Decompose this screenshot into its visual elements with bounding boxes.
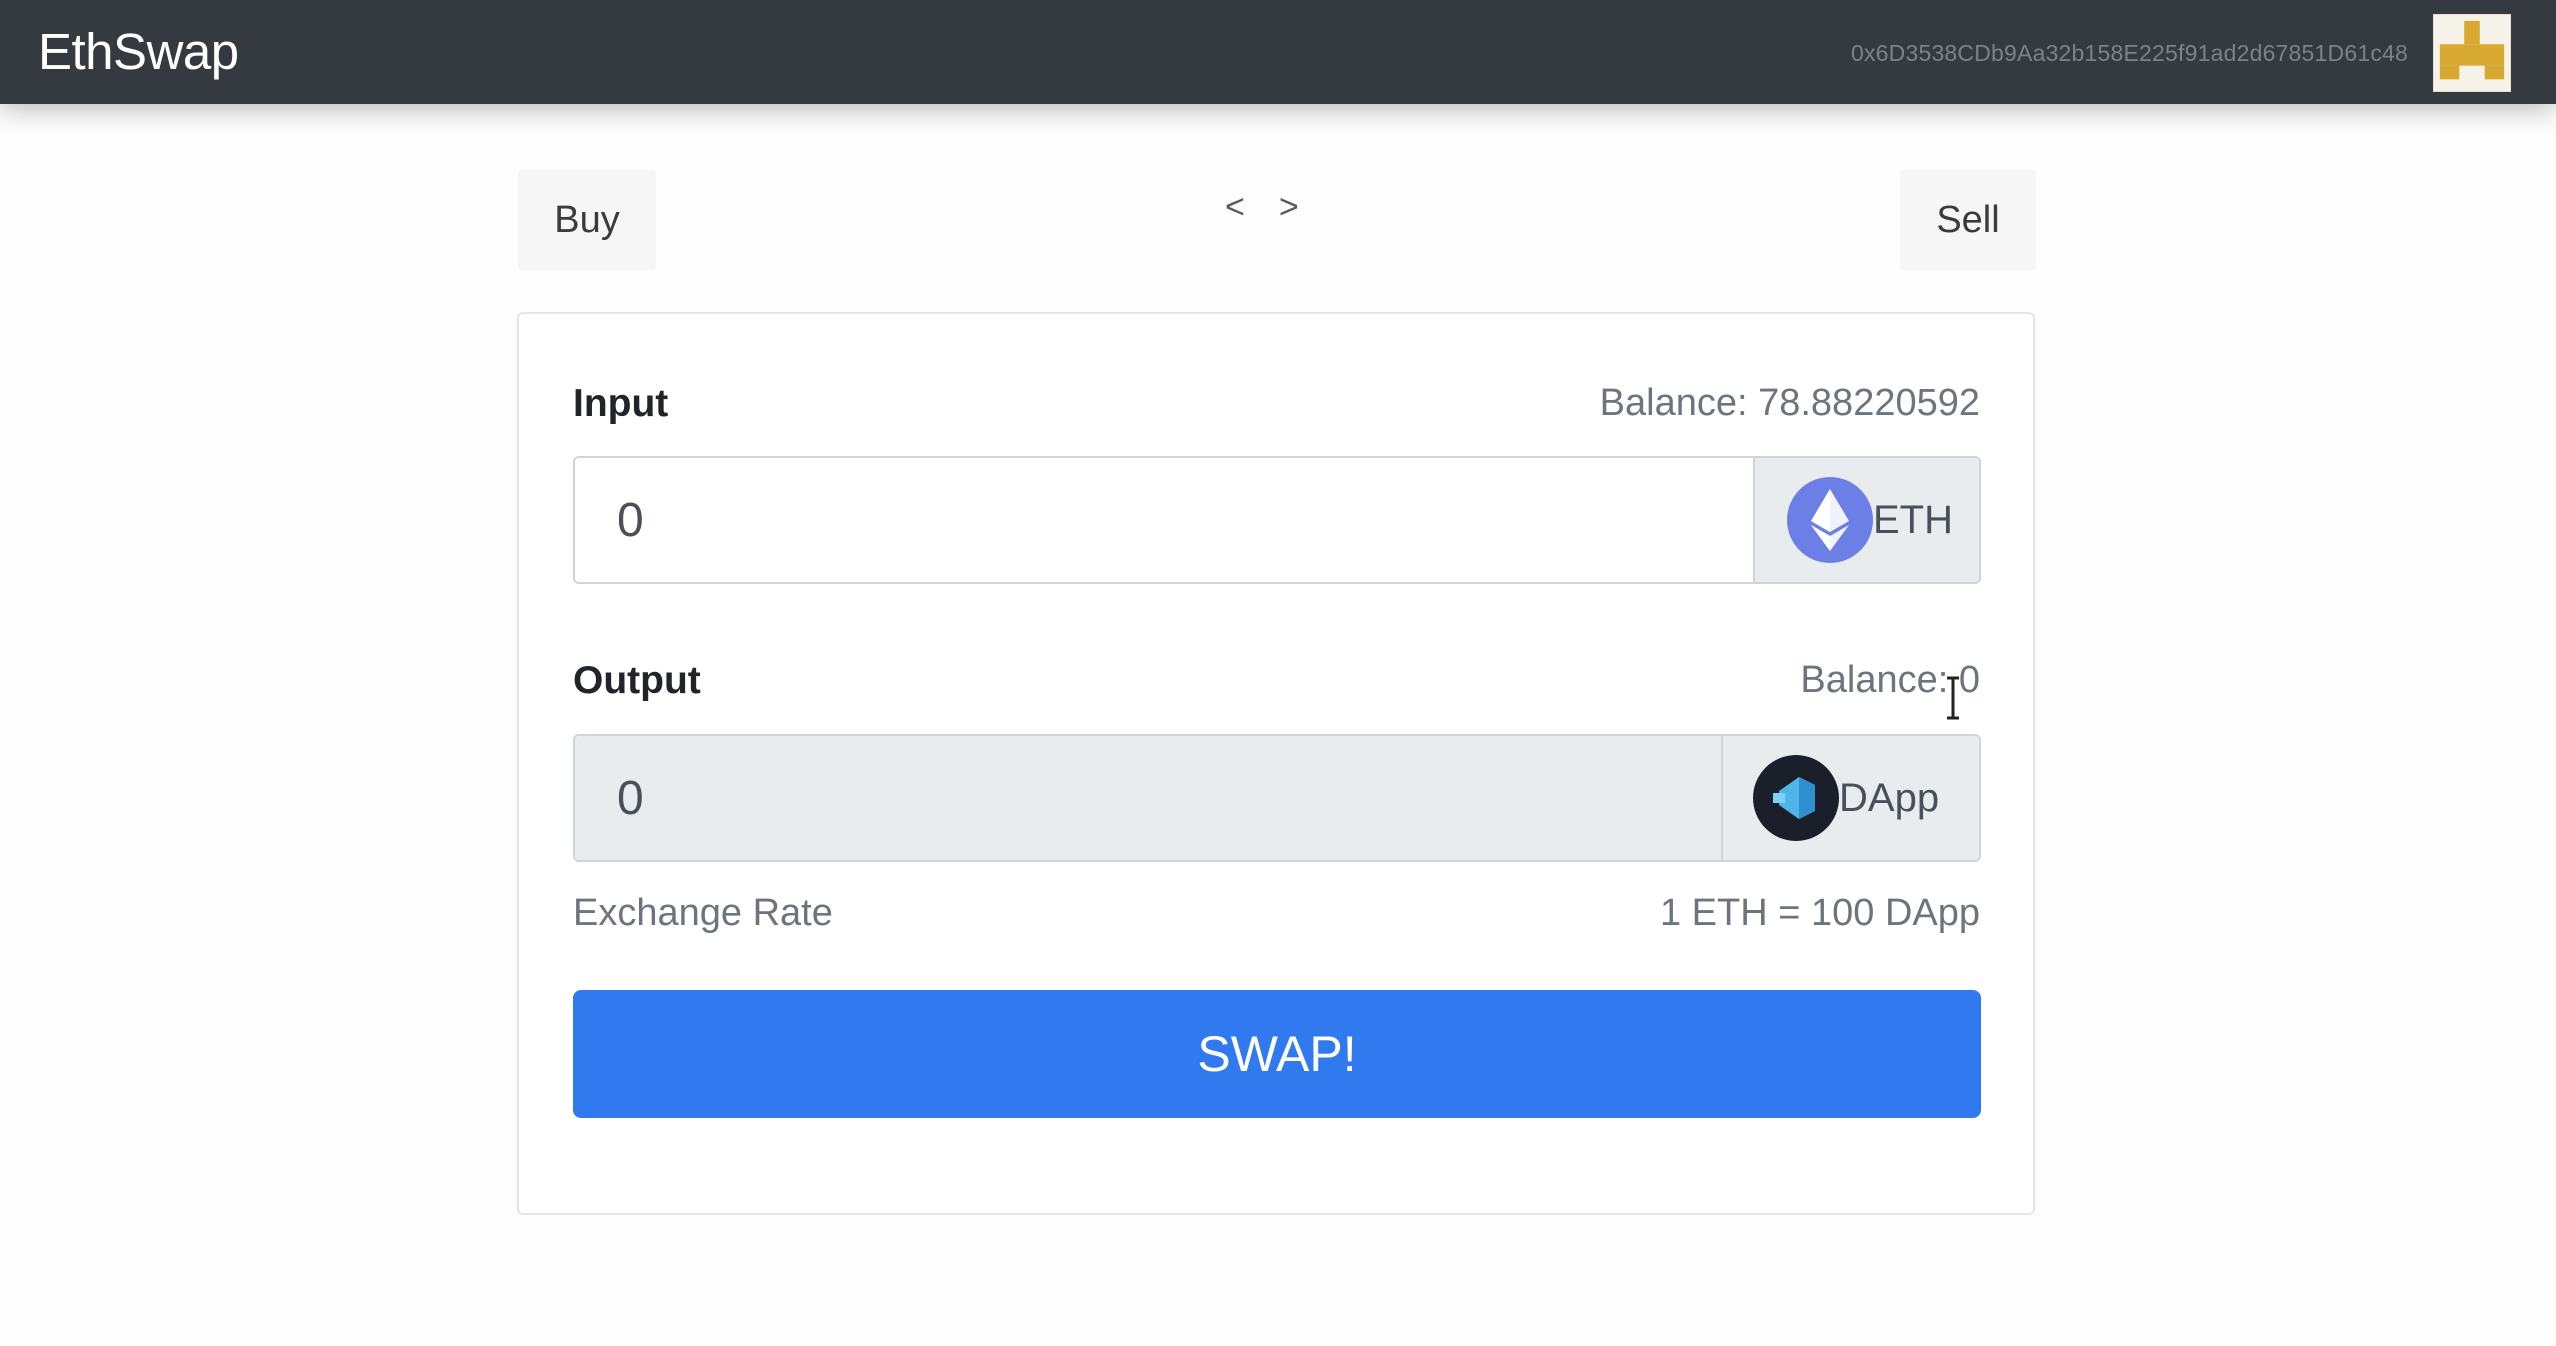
input-token-symbol: ETH (1873, 497, 1953, 542)
exchange-rate-value: 1 ETH = 100 DApp (1659, 892, 1980, 934)
input-balance: Balance: 78.88220592 (1599, 382, 1980, 424)
swap-card: Input Balance: 78.88220592 ETH Output Ba… (517, 312, 2035, 1215)
brand-title[interactable]: EthSwap (38, 24, 239, 80)
sell-button[interactable]: Sell (1900, 170, 2036, 270)
output-amount-group: DApp (573, 734, 1981, 862)
text-cursor-icon (1947, 676, 1959, 720)
buy-button[interactable]: Buy (518, 170, 656, 270)
next-arrow-icon[interactable]: > (1279, 185, 1299, 229)
input-amount-group: ETH (573, 456, 1981, 584)
swap-button[interactable]: SWAP! (573, 990, 1981, 1118)
output-amount-field[interactable] (575, 736, 1721, 860)
input-label: Input (573, 382, 669, 425)
prev-arrow-icon[interactable]: < (1225, 185, 1245, 229)
output-label: Output (573, 659, 701, 702)
account-address: 0x6D3538CDb9Aa32b158E225f91ad2d67851D61c… (1850, 40, 2408, 66)
input-amount-field[interactable] (575, 458, 1753, 582)
output-token-addon: DApp (1721, 736, 1979, 860)
top-navbar: EthSwap 0x6D3538CDb9Aa32b158E225f91ad2d6… (0, 0, 2556, 104)
ethereum-icon (1787, 477, 1873, 563)
dapp-token-icon (1753, 755, 1839, 841)
account-identicon-icon (2433, 14, 2511, 92)
input-token-addon: ETH (1753, 458, 1979, 582)
carousel-controls: < > (1225, 185, 1345, 229)
output-token-symbol: DApp (1839, 775, 1940, 820)
exchange-rate-label: Exchange Rate (573, 892, 833, 934)
